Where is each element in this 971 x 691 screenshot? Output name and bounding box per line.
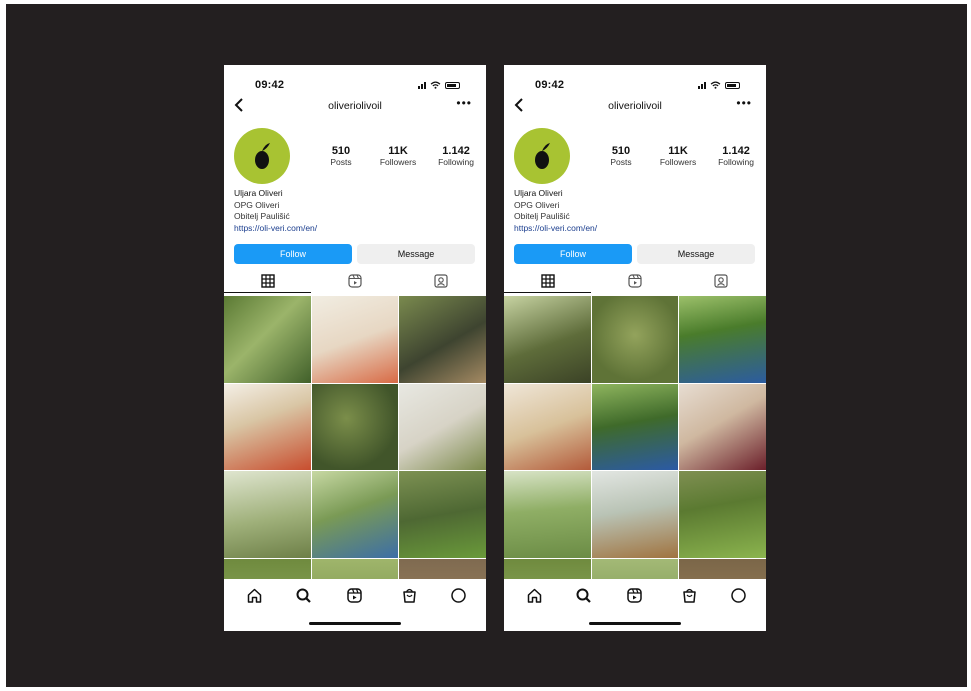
- stat-following[interactable]: 1.142 Following: [718, 145, 754, 168]
- home-indicator: [309, 622, 401, 625]
- battery-icon: [725, 82, 740, 89]
- bottom-navigation: [504, 579, 766, 631]
- follow-button[interactable]: Follow: [234, 244, 352, 264]
- bio-name: Uljara Oliveri: [514, 188, 563, 198]
- home-indicator: [589, 622, 681, 625]
- post-thumbnail[interactable]: [311, 559, 399, 579]
- post-grid: [224, 296, 486, 579]
- bio-line: Obitelj Paulišić: [514, 211, 570, 221]
- post-thumbnail[interactable]: [591, 471, 679, 559]
- bio-link[interactable]: https://oli-veri.com/en/: [514, 223, 597, 235]
- phone-mockup-left: 09:42 oliveriolivoil ••• 510 Posts 11K Fol…: [224, 65, 486, 631]
- signal-icon: [418, 81, 426, 89]
- tagged-tab-icon[interactable]: [433, 273, 449, 289]
- profile-stats: 510 Posts 11K Followers 1.142 Following: [604, 145, 754, 168]
- more-options-icon[interactable]: •••: [456, 96, 472, 110]
- post-thumbnail[interactable]: [679, 471, 766, 559]
- grid-tab-icon[interactable]: [260, 273, 276, 289]
- reels-tab-icon[interactable]: [627, 273, 643, 289]
- bio-name: Uljara Oliveri: [234, 188, 283, 198]
- status-time: 09:42: [535, 79, 565, 91]
- stat-following[interactable]: 1.142 Following: [438, 145, 474, 168]
- profile-icon[interactable]: [730, 587, 747, 604]
- post-thumbnail[interactable]: [504, 296, 591, 383]
- message-button[interactable]: Message: [357, 244, 475, 264]
- home-icon[interactable]: [246, 587, 263, 604]
- shop-icon[interactable]: [401, 587, 418, 604]
- tagged-tab-icon[interactable]: [713, 273, 729, 289]
- active-tab-indicator: [224, 292, 311, 293]
- reels-tab-icon[interactable]: [347, 273, 363, 289]
- active-tab-indicator: [504, 292, 591, 293]
- status-bar: 09:42: [504, 65, 766, 93]
- stat-posts[interactable]: 510 Posts: [324, 145, 358, 168]
- post-thumbnail[interactable]: [399, 471, 486, 559]
- post-thumbnail[interactable]: [679, 559, 766, 579]
- olive-logo-icon: [535, 143, 550, 169]
- post-thumbnail[interactable]: [224, 383, 311, 471]
- profile-username: oliveriolivoil: [328, 100, 382, 112]
- follow-button[interactable]: Follow: [514, 244, 632, 264]
- shop-icon[interactable]: [681, 587, 698, 604]
- message-button[interactable]: Message: [637, 244, 755, 264]
- post-thumbnail[interactable]: [311, 296, 399, 383]
- profile-bio: Uljara Oliveri OPG Oliveri Obitelj Pauli…: [514, 188, 597, 234]
- bottom-navigation: [224, 579, 486, 631]
- status-time: 09:42: [255, 79, 285, 91]
- stat-followers[interactable]: 11K Followers: [380, 145, 416, 168]
- reels-icon[interactable]: [626, 587, 643, 604]
- profile-tabs: [224, 270, 486, 294]
- bio-link[interactable]: https://oli-veri.com/en/: [234, 223, 317, 235]
- post-thumbnail[interactable]: [399, 383, 486, 471]
- avatar[interactable]: [234, 128, 290, 184]
- profile-icon[interactable]: [450, 587, 467, 604]
- reels-icon[interactable]: [346, 587, 363, 604]
- profile-tabs: [504, 270, 766, 294]
- post-thumbnail[interactable]: [224, 296, 311, 383]
- profile-username: oliveriolivoil: [608, 100, 662, 112]
- bio-line: Obitelj Paulišić: [234, 211, 290, 221]
- avatar[interactable]: [514, 128, 570, 184]
- status-icons: [698, 81, 740, 89]
- post-thumbnail[interactable]: [679, 296, 766, 383]
- profile-bio: Uljara Oliveri OPG Oliveri Obitelj Pauli…: [234, 188, 317, 234]
- post-thumbnail[interactable]: [504, 559, 591, 579]
- post-thumbnail[interactable]: [224, 471, 311, 559]
- search-icon[interactable]: [295, 587, 312, 604]
- battery-icon: [445, 82, 460, 89]
- bio-line: OPG Oliveri: [234, 199, 280, 210]
- status-bar: 09:42: [224, 65, 486, 93]
- post-thumbnail[interactable]: [224, 559, 311, 579]
- phone-mockup-right: 09:42 oliveriolivoil ••• 510 Posts 11K Fol…: [504, 65, 766, 631]
- presentation-background: [6, 4, 967, 687]
- post-thumbnail[interactable]: [679, 383, 766, 471]
- more-options-icon[interactable]: •••: [736, 96, 752, 110]
- post-thumbnail[interactable]: [591, 383, 679, 471]
- post-thumbnail[interactable]: [311, 471, 399, 559]
- post-thumbnail[interactable]: [591, 296, 679, 383]
- grid-tab-icon[interactable]: [540, 273, 556, 289]
- post-thumbnail[interactable]: [399, 296, 486, 383]
- post-thumbnail[interactable]: [591, 559, 679, 579]
- stat-posts[interactable]: 510 Posts: [604, 145, 638, 168]
- stat-followers[interactable]: 11K Followers: [660, 145, 696, 168]
- profile-header: oliveriolivoil •••: [224, 95, 486, 117]
- wifi-icon: [430, 81, 441, 89]
- olive-logo-icon: [255, 143, 270, 169]
- home-icon[interactable]: [526, 587, 543, 604]
- post-thumbnail[interactable]: [311, 383, 399, 471]
- wifi-icon: [710, 81, 721, 89]
- status-icons: [418, 81, 460, 89]
- post-thumbnail[interactable]: [399, 559, 486, 579]
- profile-stats: 510 Posts 11K Followers 1.142 Following: [324, 145, 474, 168]
- post-thumbnail[interactable]: [504, 383, 591, 471]
- post-grid: [504, 296, 766, 579]
- bio-line: OPG Oliveri: [514, 199, 560, 210]
- post-thumbnail[interactable]: [504, 471, 591, 559]
- profile-header: oliveriolivoil •••: [504, 95, 766, 117]
- search-icon[interactable]: [575, 587, 592, 604]
- signal-icon: [698, 81, 706, 89]
